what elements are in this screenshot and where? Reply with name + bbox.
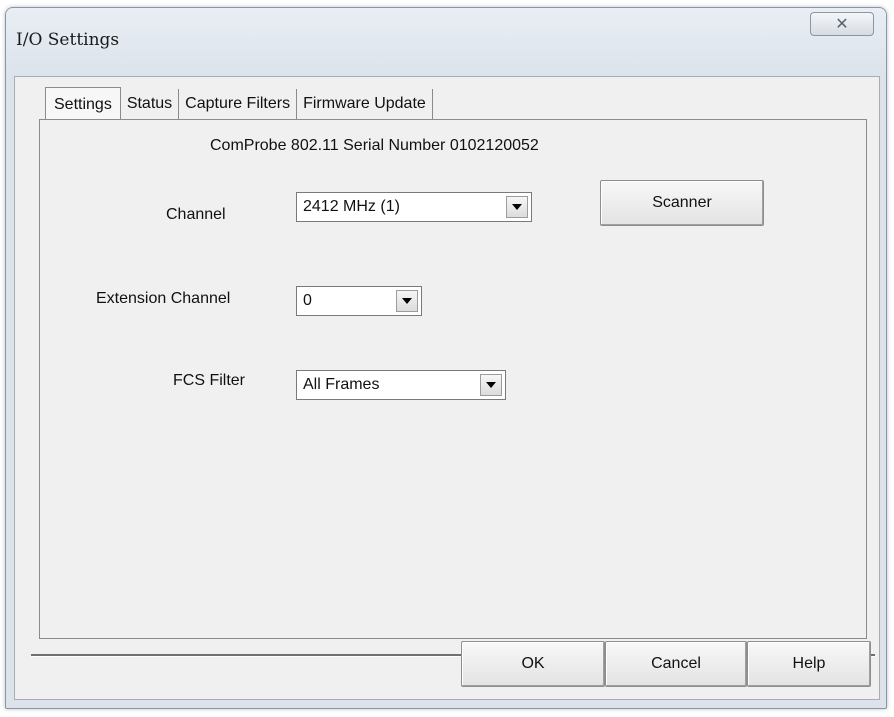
tab-firmware-update[interactable]: Firmware Update [297, 89, 433, 119]
fcs-filter-label: FCS Filter [173, 372, 245, 389]
channel-value: 2412 MHz (1) [303, 198, 400, 215]
fcs-filter-value: All Frames [303, 376, 380, 393]
tab-strip: Settings Status Capture Filters Firmware… [45, 87, 433, 120]
tab-status[interactable]: Status [120, 89, 180, 119]
scanner-button[interactable]: Scanner [600, 180, 764, 226]
channel-select[interactable]: 2412 MHz (1) [296, 192, 532, 222]
fcs-filter-dropdown-arrow[interactable] [480, 374, 502, 396]
close-button[interactable]: ✕ [810, 12, 874, 36]
extension-channel-label: Extension Channel [96, 290, 231, 307]
fcs-filter-select[interactable]: All Frames [296, 370, 506, 400]
chevron-down-icon [512, 204, 522, 210]
ok-button[interactable]: OK [461, 641, 605, 687]
dialog-title: I/O Settings [16, 30, 120, 50]
title-bar[interactable]: I/O Settings ✕ [6, 8, 886, 76]
io-settings-dialog: I/O Settings ✕ Settings Status Capture F… [5, 7, 887, 709]
help-button[interactable]: Help [747, 641, 871, 687]
serial-number-text: ComProbe 802.11 Serial Number 0102120052 [210, 137, 539, 154]
cancel-button[interactable]: Cancel [605, 641, 747, 687]
extension-channel-dropdown-arrow[interactable] [396, 290, 418, 312]
tab-settings[interactable]: Settings [45, 87, 121, 120]
tab-capture-filters[interactable]: Capture Filters [179, 89, 298, 119]
chevron-down-icon [402, 298, 412, 304]
extension-channel-value: 0 [303, 292, 312, 309]
extension-channel-select[interactable]: 0 [296, 286, 422, 316]
dialog-body: Settings Status Capture Filters Firmware… [14, 76, 880, 700]
chevron-down-icon [486, 382, 496, 388]
settings-panel: ComProbe 802.11 Serial Number 0102120052… [39, 119, 867, 639]
close-icon: ✕ [835, 16, 849, 33]
channel-dropdown-arrow[interactable] [506, 196, 528, 218]
channel-label: Channel [166, 206, 226, 223]
